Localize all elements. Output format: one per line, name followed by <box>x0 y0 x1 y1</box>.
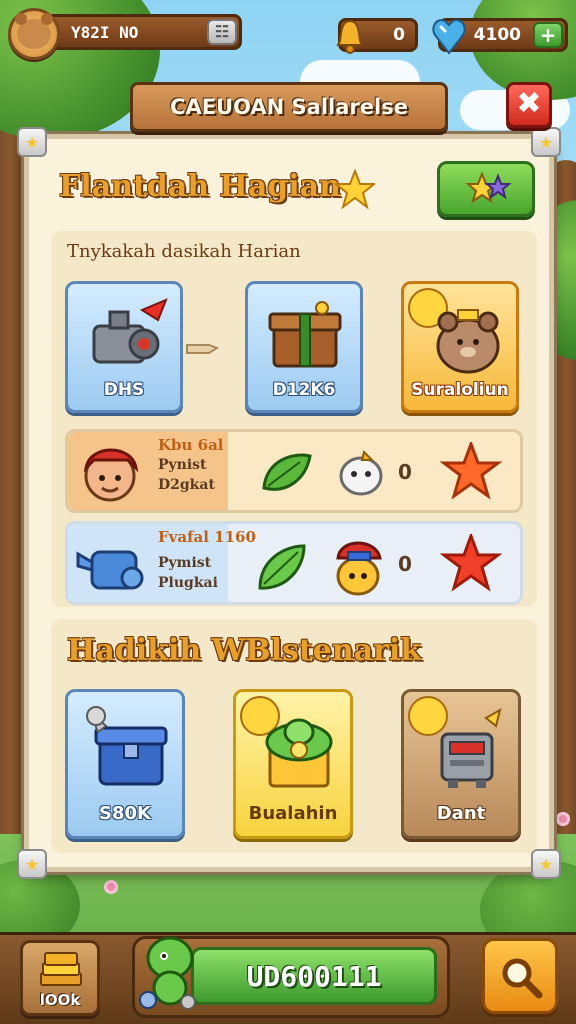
avatar[interactable] <box>8 8 60 60</box>
close-icon: ✖ <box>516 86 542 121</box>
character-helmet-icon <box>336 541 382 596</box>
bell-value: 0 <box>393 25 405 45</box>
rewards-title: Hadikih WBlstenarik <box>67 633 422 668</box>
task-row[interactable]: Fvafal 1160 Pymist Plugkai 0 <box>65 521 523 605</box>
star-icon <box>335 169 375 209</box>
leaf-icon <box>262 453 312 491</box>
green-gift-icon <box>265 718 333 788</box>
character-avatar-icon <box>83 448 139 502</box>
corner-star-icon: ★ <box>531 127 561 157</box>
star-reward-icon <box>440 534 502 592</box>
task-card[interactable]: D12K6 <box>245 281 363 413</box>
player-name-bar: Y82I NO ☷ <box>42 14 242 50</box>
row-value: 0 <box>398 460 412 484</box>
reward-card-label: S80K <box>99 803 151 824</box>
task-row[interactable]: Kbu 6al Pynist D2gkat 0 <box>65 429 523 513</box>
corner-star-icon: ★ <box>17 849 47 879</box>
leaf-icon <box>258 544 306 590</box>
edit-name-button[interactable]: ☷ <box>207 19 237 45</box>
search-button[interactable] <box>482 938 558 1014</box>
machine-icon <box>92 298 168 364</box>
reward-card[interactable]: S80K <box>65 689 185 839</box>
bell-counter: 0 <box>336 18 418 54</box>
corner-star-icon: ★ <box>531 849 561 879</box>
top-hud: Y82I NO ☷ 0 4100 + <box>8 8 568 60</box>
main-panel: ★ ★ ★ ★ Flantdah Hagian Tnykakah dasikah… <box>17 127 561 879</box>
close-button[interactable]: ✖ <box>506 82 552 128</box>
reward-card-label: Bualahin <box>248 803 338 824</box>
row-line1: Pynist <box>158 457 207 473</box>
flower <box>104 880 118 894</box>
task-card[interactable]: DHS <box>65 281 183 413</box>
row-line2: D2gkat <box>158 477 215 493</box>
task-card-label: Suraloliun <box>411 380 509 400</box>
main-action-inner: UD600111 <box>191 947 437 1005</box>
ghost-pet-icon <box>339 450 383 496</box>
player-name: Y82I NO <box>71 22 139 42</box>
star-reward-icon <box>440 442 502 500</box>
daily-subtitle: Tnykakah dasikah Harian <box>67 241 301 262</box>
daily-title: Flantdah Hagian <box>59 169 341 204</box>
daily-tasks-box: Tnykakah dasikah Harian DHS D12K6 Suralo… <box>51 231 537 607</box>
gem-counter: 4100 + <box>432 18 568 55</box>
watering-can-icon <box>76 550 144 590</box>
stars-icon <box>465 171 512 204</box>
window-title: CAEUOAN Sallarelse <box>170 95 408 119</box>
task-card[interactable]: Suraloliun <box>401 281 519 413</box>
corner-star-icon: ★ <box>17 127 47 157</box>
stars-button[interactable] <box>437 161 535 217</box>
book-button[interactable]: lOOk <box>20 940 100 1016</box>
task-card-label: D12K6 <box>272 380 336 400</box>
gift-chest-icon <box>268 301 342 368</box>
green-mascot-icon <box>139 936 196 1010</box>
window-title-plaque: CAEUOAN Sallarelse <box>130 82 448 132</box>
robot-machine-icon <box>440 707 502 788</box>
blue-chest-icon <box>86 706 168 786</box>
search-icon <box>502 958 543 999</box>
add-gems-button[interactable]: + <box>533 22 563 48</box>
row-title: Kbu 6al <box>158 436 224 454</box>
row-value: 0 <box>398 552 412 576</box>
row-title: Fvafal 1160 <box>158 528 256 546</box>
reward-card-label: Dant <box>436 803 486 824</box>
task-card-label: DHS <box>103 380 145 400</box>
main-action-label: UD600111 <box>246 959 382 993</box>
row-line2: Plugkai <box>158 575 218 591</box>
bear-avatar-icon <box>15 13 53 49</box>
arrow-icon <box>186 344 219 354</box>
rewards-box: Hadikih WBlstenarik S80K Bualahin Dant <box>51 619 537 853</box>
reward-card[interactable]: Bualahin <box>233 689 353 839</box>
book-label: lOOk <box>39 991 81 1009</box>
row-line1: Pymist <box>158 555 212 571</box>
flower <box>556 812 570 826</box>
bell-icon <box>336 19 364 54</box>
book-stack-icon <box>40 952 82 986</box>
heart-gem-icon <box>432 19 466 55</box>
bear-character-icon <box>436 309 500 374</box>
reward-card[interactable]: Dant <box>401 689 521 839</box>
gem-value: 4100 <box>473 25 521 45</box>
